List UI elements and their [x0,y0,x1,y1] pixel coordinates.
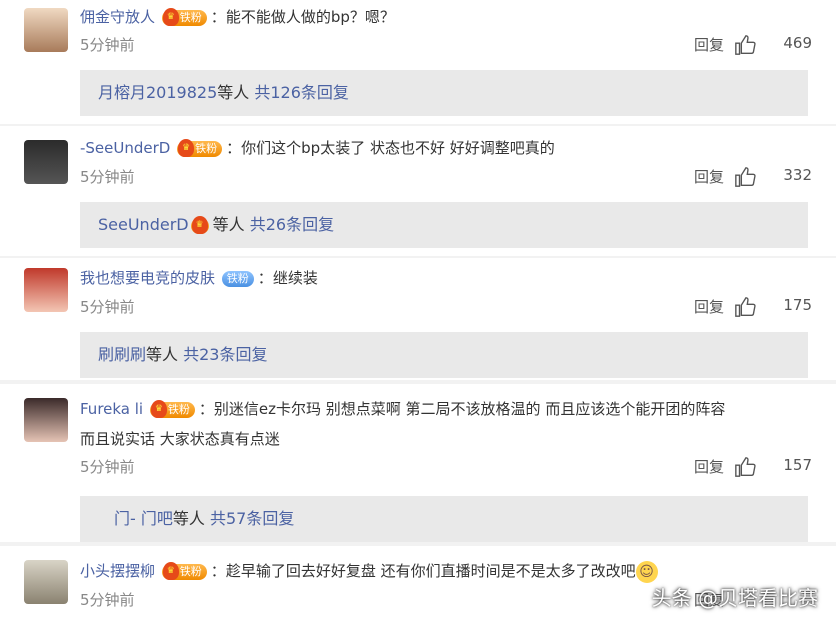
reply-summary-tail: 等人 [212,215,245,234]
comment-time: 5分钟前 [80,298,135,316]
badge-label: 铁粉 [179,10,202,24]
comment-text: 趁早输了回去好好复盘 还有你们直播时间是不是太多了改改吧 [225,562,636,580]
comment-item: -SeeUnderD ♛ 铁粉 ：你们这个bp太装了 状态也不好 好好调整吧真的 5… [0,126,836,256]
like-button[interactable]: 157 [734,456,812,477]
comment-item: 佣金守放人 ♛ 铁粉 ：能不能做人做的bp？嗯？ 5分钟前 回复 469 月榕月20… [0,0,836,124]
like-button[interactable]: 175 [734,296,812,317]
comment-username[interactable]: -SeeUnderD [80,139,170,157]
comment-text: 你们这个bp太装了 状态也不好 好好调整吧真的 [241,139,555,157]
reply-summary[interactable]: 月榕月2019825等人 共126条回复 [80,70,808,116]
comment-time: 5分钟前 [80,590,135,609]
reply-count-link[interactable]: 共23条回复 [183,345,267,364]
crown-icon: ♛ [178,138,195,157]
avatar[interactable] [24,268,68,312]
reply-button[interactable]: 回复 [694,296,724,317]
smile-emoji-icon: ☺ [635,560,658,583]
badge-label: 铁粉 [195,141,218,155]
reply-summary-users[interactable]: 门- 门吧 [80,509,173,528]
avatar[interactable] [24,8,68,52]
like-count: 332 [783,166,812,184]
like-count: 469 [783,34,812,52]
avatar[interactable] [24,140,68,184]
comment-username[interactable]: 佣金守放人 [80,8,155,26]
thumbs-up-icon [735,167,756,187]
badge-label: 铁粉 [167,402,190,416]
fan-badge: ♛ 铁粉 [161,7,207,26]
reply-summary-tail: 等人 [217,83,250,102]
badge-label: 铁粉 [226,271,249,285]
reply-count-link[interactable]: 共26条回复 [250,215,334,234]
comment-feed: 佣金守放人 ♛ 铁粉 ：能不能做人做的bp？嗯？ 5分钟前 回复 469 月榕月20… [0,0,836,623]
crown-icon: ♛ [191,215,208,234]
reply-count-link[interactable]: 共57条回复 [210,509,294,528]
comment-time: 5分钟前 [80,168,135,186]
reply-count-link[interactable]: 共126条回复 [254,83,349,102]
fan-badge: ♛ [190,215,209,234]
like-button[interactable]: 332 [734,166,812,187]
comment-text: 别迷信ez卡尔玛 别想点菜啊 第二局不该放格温的 而且应该选个能开团的阵容 [213,400,726,418]
comment-time: 5分钟前 [80,36,135,54]
reply-summary-tail: 等人 [172,509,205,528]
comment-text: 能不能做人做的bp？嗯？ [225,8,395,26]
like-button[interactable]: 469 [734,34,812,55]
reply-summary-tail: 等人 [146,345,179,364]
badge-label: 铁粉 [179,564,202,578]
thumbs-up-icon [735,457,756,477]
comment-username[interactable]: 我也想要电竞的皮肤 [80,269,215,287]
reply-summary[interactable]: 刷刷刷等人 共23条回复 [80,332,808,378]
avatar[interactable] [24,398,68,442]
reply-summary-users[interactable]: SeeUnderD [80,215,189,234]
crown-icon: ♛ [162,561,179,580]
fan-badge: ♛ 铁粉 [161,561,207,580]
comment-item: Fureka li ♛ 铁粉 ：别迷信ez卡尔玛 别想点菜啊 第二局不该放格温的 而… [0,384,836,542]
watermark: 头条 @贝塔看比赛 [651,586,818,610]
thumbs-up-icon [735,35,756,55]
fan-badge: ♛ 铁粉 [149,399,195,418]
reply-summary[interactable]: 门- 门吧等人 共57条回复 [80,496,808,542]
reply-summary[interactable]: SeeUnderD ♛ 等人 共26条回复 [80,202,808,248]
comment-text: 继续装 [272,269,318,287]
comment-text-continued: 而且说实话 大家状态真有点迷 [80,430,280,448]
reply-button[interactable]: 回复 [694,456,724,477]
fan-badge: ♛ 铁粉 [177,138,223,157]
avatar[interactable] [24,560,68,604]
reply-button[interactable]: 回复 [694,34,724,55]
comment-item: 我也想要电竞的皮肤 铁粉 ：继续装 5分钟前 回复 175 刷刷刷等人 共23条回… [0,258,836,380]
comment-username[interactable]: Fureka li [80,400,143,418]
fan-badge: 铁粉 [221,270,254,287]
reply-button[interactable]: 回复 [694,166,724,187]
reply-summary-users[interactable]: 刷刷刷 [80,345,146,364]
reply-summary-users[interactable]: 月榕月2019825 [80,83,217,102]
crown-icon: ♛ [150,399,167,418]
thumbs-up-icon [735,297,756,317]
comment-username[interactable]: 小头摆摆柳 [80,562,155,580]
like-count: 175 [783,296,812,314]
crown-icon: ♛ [162,7,179,26]
like-count: 157 [783,456,812,474]
comment-time: 5分钟前 [80,458,135,476]
